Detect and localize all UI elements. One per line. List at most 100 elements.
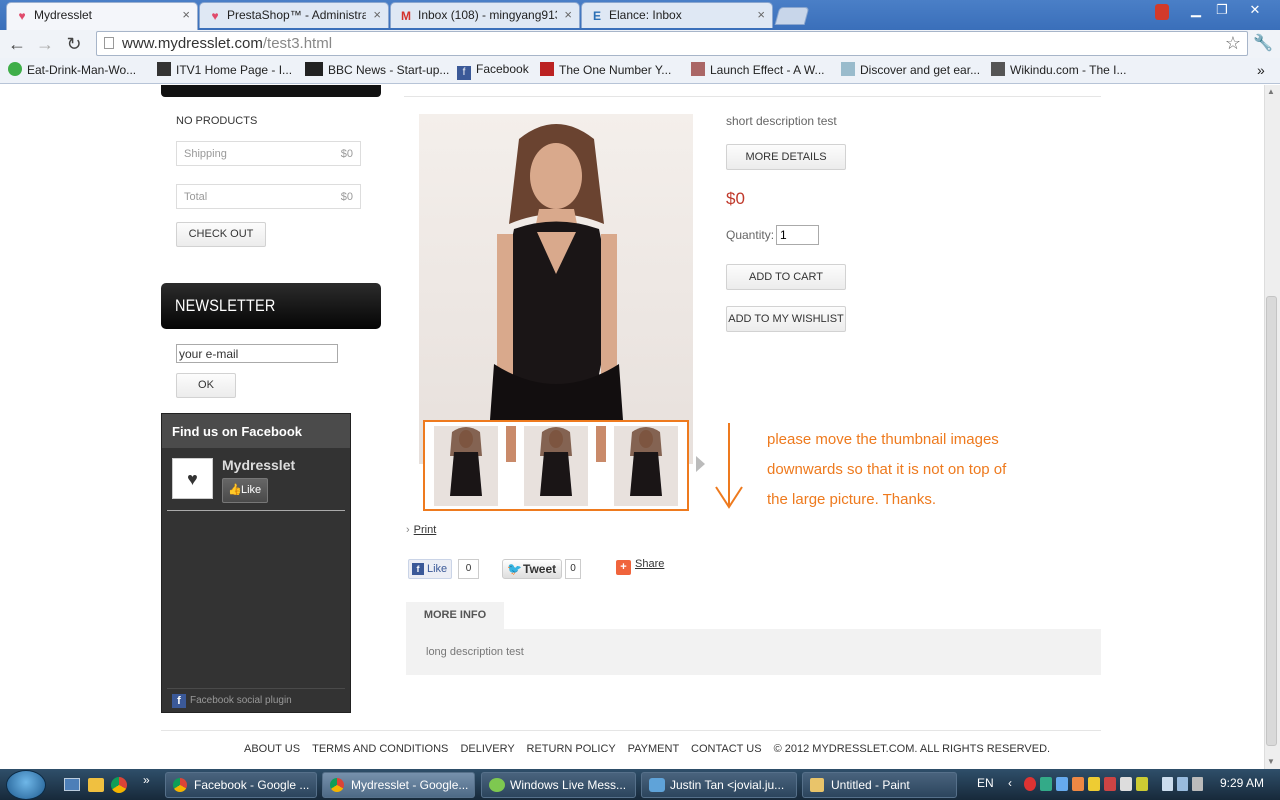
quicklaunch-overflow-icon[interactable]: » xyxy=(143,773,150,787)
footer-link-return[interactable]: RETURN POLICY xyxy=(527,743,616,755)
bookmark-item[interactable]: Wikindu.com - The I... xyxy=(991,62,1126,77)
maximize-icon[interactable]: ❐ xyxy=(1209,1,1235,19)
bookmark-item[interactable]: Launch Effect - A W... xyxy=(691,62,825,77)
new-tab-button[interactable] xyxy=(774,7,810,25)
close-icon[interactable]: × xyxy=(182,7,190,22)
messenger-icon xyxy=(489,778,505,792)
tab-elance[interactable]: E Elance: Inbox × xyxy=(581,2,773,28)
chrome-icon[interactable] xyxy=(111,777,127,793)
newsletter-ok-button[interactable]: OK xyxy=(176,373,236,398)
facebook-page-name[interactable]: Mydresslet xyxy=(222,457,295,473)
network-icon[interactable] xyxy=(1177,777,1188,791)
footer-link-terms[interactable]: TERMS AND CONDITIONS xyxy=(312,743,448,755)
back-icon[interactable]: ← xyxy=(6,33,28,55)
total-label: Total xyxy=(184,191,208,203)
forward-icon[interactable]: → xyxy=(34,33,56,55)
close-icon[interactable]: × xyxy=(757,7,765,22)
cart-empty-label: NO PRODUCTS xyxy=(176,115,258,127)
tray-icon[interactable] xyxy=(1088,777,1100,791)
tray-icon[interactable] xyxy=(1104,777,1116,791)
like-label: Like xyxy=(427,563,448,575)
folder-icon[interactable] xyxy=(88,778,104,792)
tray-icon[interactable] xyxy=(1162,777,1173,791)
bookmark-item[interactable]: f Facebook xyxy=(457,62,529,80)
tray-icon[interactable] xyxy=(1072,777,1084,791)
tab-inbox[interactable]: M Inbox (108) - mingyang913 × xyxy=(390,2,580,28)
taskbar-item[interactable]: Facebook - Google ... xyxy=(165,772,317,798)
bookmark-icon xyxy=(540,62,554,76)
minimize-icon[interactable]: ▁ xyxy=(1183,1,1209,19)
extension-icon[interactable] xyxy=(1155,4,1169,20)
taskbar-item[interactable]: Justin Tan <jovial.ju... xyxy=(641,772,797,798)
bookmark-label: Discover and get ear... xyxy=(860,63,981,77)
copyright-text: © 2012 MYDRESSLET.COM. ALL RIGHTS RESERV… xyxy=(773,743,1051,755)
taskbar-item-active[interactable]: Mydresslet - Google... xyxy=(322,772,475,798)
tray-expand-icon[interactable]: ‹ xyxy=(1008,776,1012,790)
bookmark-item[interactable]: BBC News - Start-up... xyxy=(305,62,449,77)
reload-icon[interactable]: ↻ xyxy=(63,33,85,55)
scroll-up-icon[interactable]: ▲ xyxy=(1267,87,1275,96)
close-icon[interactable]: × xyxy=(564,7,572,22)
tray-icon[interactable] xyxy=(1040,777,1052,791)
thumbnail-next-icon[interactable] xyxy=(696,456,705,472)
footer-link-about[interactable]: ABOUT US xyxy=(244,743,300,755)
taskbar-item[interactable]: Untitled - Paint xyxy=(802,772,957,798)
close-icon[interactable]: × xyxy=(373,7,381,22)
tray-icon[interactable] xyxy=(1136,777,1148,791)
checkout-button[interactable]: CHECK OUT xyxy=(176,222,266,247)
divider xyxy=(404,96,1101,97)
volume-icon[interactable] xyxy=(1192,777,1203,791)
scroll-down-icon[interactable]: ▼ xyxy=(1267,757,1275,766)
add-to-cart-button[interactable]: ADD TO CART xyxy=(726,264,846,290)
bookmark-item[interactable]: The One Number Y... xyxy=(540,62,671,77)
plus-icon: + xyxy=(616,560,631,575)
bookmark-item[interactable]: ITV1 Home Page - I... xyxy=(157,62,292,77)
facebook-box-title: Find us on Facebook xyxy=(172,424,303,439)
wrench-icon[interactable]: 🔧 xyxy=(1252,33,1274,55)
footer-link-contact[interactable]: CONTACT US xyxy=(691,743,762,755)
tray-icon[interactable] xyxy=(1056,777,1068,791)
tweet-button[interactable]: 🐦 Tweet xyxy=(502,559,562,579)
bookmark-label: Launch Effect - A W... xyxy=(710,63,825,77)
print-link[interactable]: › Print xyxy=(406,524,436,536)
cart-shipping-row: Shipping $0 xyxy=(176,141,361,166)
bookmarks-overflow-icon[interactable]: » xyxy=(1257,62,1265,78)
thumbnail-image[interactable] xyxy=(614,426,678,506)
like-label: Like xyxy=(241,484,262,496)
share-button[interactable]: + Share xyxy=(616,558,664,575)
facebook-plugin-label[interactable]: Facebook social plugin xyxy=(190,695,292,706)
taskbar-item[interactable]: Windows Live Mess... xyxy=(481,772,636,798)
total-value: $0 xyxy=(340,191,353,203)
system-clock[interactable]: 9:29 AM xyxy=(1220,776,1264,790)
tab-more-info[interactable]: MORE INFO xyxy=(406,602,504,629)
tray-icon[interactable] xyxy=(1120,777,1132,791)
star-icon[interactable]: ☆ xyxy=(1225,32,1241,55)
more-details-button[interactable]: MORE DETAILS xyxy=(726,144,846,170)
scrollbar-thumb[interactable] xyxy=(1266,296,1277,746)
bookmark-item[interactable]: Discover and get ear... xyxy=(841,62,980,77)
thumbnail-image[interactable] xyxy=(524,426,588,506)
taskbar-item-label: Untitled - Paint xyxy=(831,778,910,792)
quantity-input[interactable] xyxy=(776,225,819,245)
product-main-image[interactable] xyxy=(419,114,693,464)
start-button[interactable] xyxy=(6,770,46,800)
system-tray xyxy=(1024,777,1154,793)
footer-link-payment[interactable]: PAYMENT xyxy=(628,743,679,755)
tab-prestashop[interactable]: ♥ PrestaShop™ - Administrat × xyxy=(199,2,389,28)
facebook-like-button[interactable]: 👍 Like xyxy=(222,478,268,503)
add-to-wishlist-button[interactable]: ADD TO MY WISHLIST xyxy=(726,306,846,332)
annotation-arrow-icon xyxy=(715,423,743,509)
tray-icon[interactable] xyxy=(1024,777,1036,791)
show-desktop-icon[interactable] xyxy=(64,778,80,791)
page-avatar[interactable]: ♥ xyxy=(172,458,213,499)
facebook-like-widget[interactable]: f Like xyxy=(408,559,452,579)
footer-divider xyxy=(161,730,1101,731)
tab-mydresslet[interactable]: ♥ Mydresslet × xyxy=(6,2,198,30)
language-indicator[interactable]: EN xyxy=(977,776,994,790)
window-close-icon[interactable]: ✕ xyxy=(1238,1,1272,19)
address-bar[interactable]: www.mydresslet.com/test3.html ☆ xyxy=(96,31,1248,56)
newsletter-email-input[interactable] xyxy=(176,344,338,363)
bookmark-item[interactable]: Eat-Drink-Man-Wo... xyxy=(8,62,136,77)
footer-link-delivery[interactable]: DELIVERY xyxy=(460,743,514,755)
thumbnail-image[interactable] xyxy=(434,426,498,506)
